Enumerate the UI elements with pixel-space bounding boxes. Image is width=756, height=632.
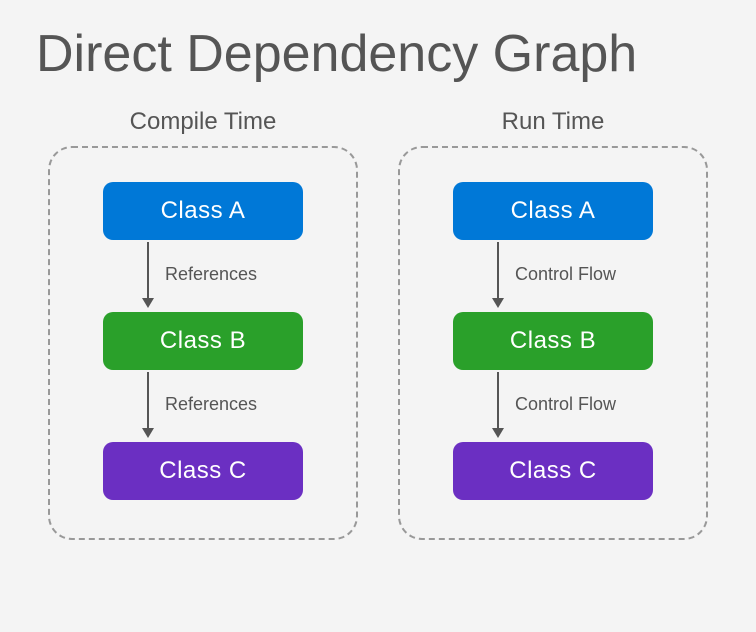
panel-title: Run Time: [502, 108, 605, 136]
node-class-a: Class A: [453, 182, 653, 240]
edge-label: References: [165, 264, 257, 285]
arrow-shaft: [497, 372, 499, 432]
node-class-c: Class C: [103, 442, 303, 500]
arrow-head-icon: [142, 298, 154, 308]
node-class-b: Class B: [453, 312, 653, 370]
node-class-c: Class C: [453, 442, 653, 500]
arrow-shaft: [147, 372, 149, 432]
arrow-head-icon: [492, 428, 504, 438]
edge-label: References: [165, 394, 257, 415]
arrow-shaft: [497, 242, 499, 302]
edge: Control Flow: [453, 370, 653, 442]
arrow-head-icon: [492, 298, 504, 308]
diagram-title: Direct Dependency Graph: [36, 24, 720, 84]
edge: References: [103, 370, 303, 442]
panel-title: Compile Time: [130, 108, 277, 136]
edge-label: Control Flow: [515, 394, 616, 415]
panel-run-time: Run Time Class A Control Flow Class B Co…: [398, 108, 708, 540]
panel-box: Class A Control Flow Class B Control Flo…: [398, 146, 708, 540]
node-class-a: Class A: [103, 182, 303, 240]
arrow-shaft: [147, 242, 149, 302]
node-class-b: Class B: [103, 312, 303, 370]
panel-compile-time: Compile Time Class A References Class B …: [48, 108, 358, 540]
panel-box: Class A References Class B References Cl…: [48, 146, 358, 540]
panels-row: Compile Time Class A References Class B …: [36, 108, 720, 540]
arrow-head-icon: [142, 428, 154, 438]
edge: References: [103, 240, 303, 312]
edge-label: Control Flow: [515, 264, 616, 285]
edge: Control Flow: [453, 240, 653, 312]
